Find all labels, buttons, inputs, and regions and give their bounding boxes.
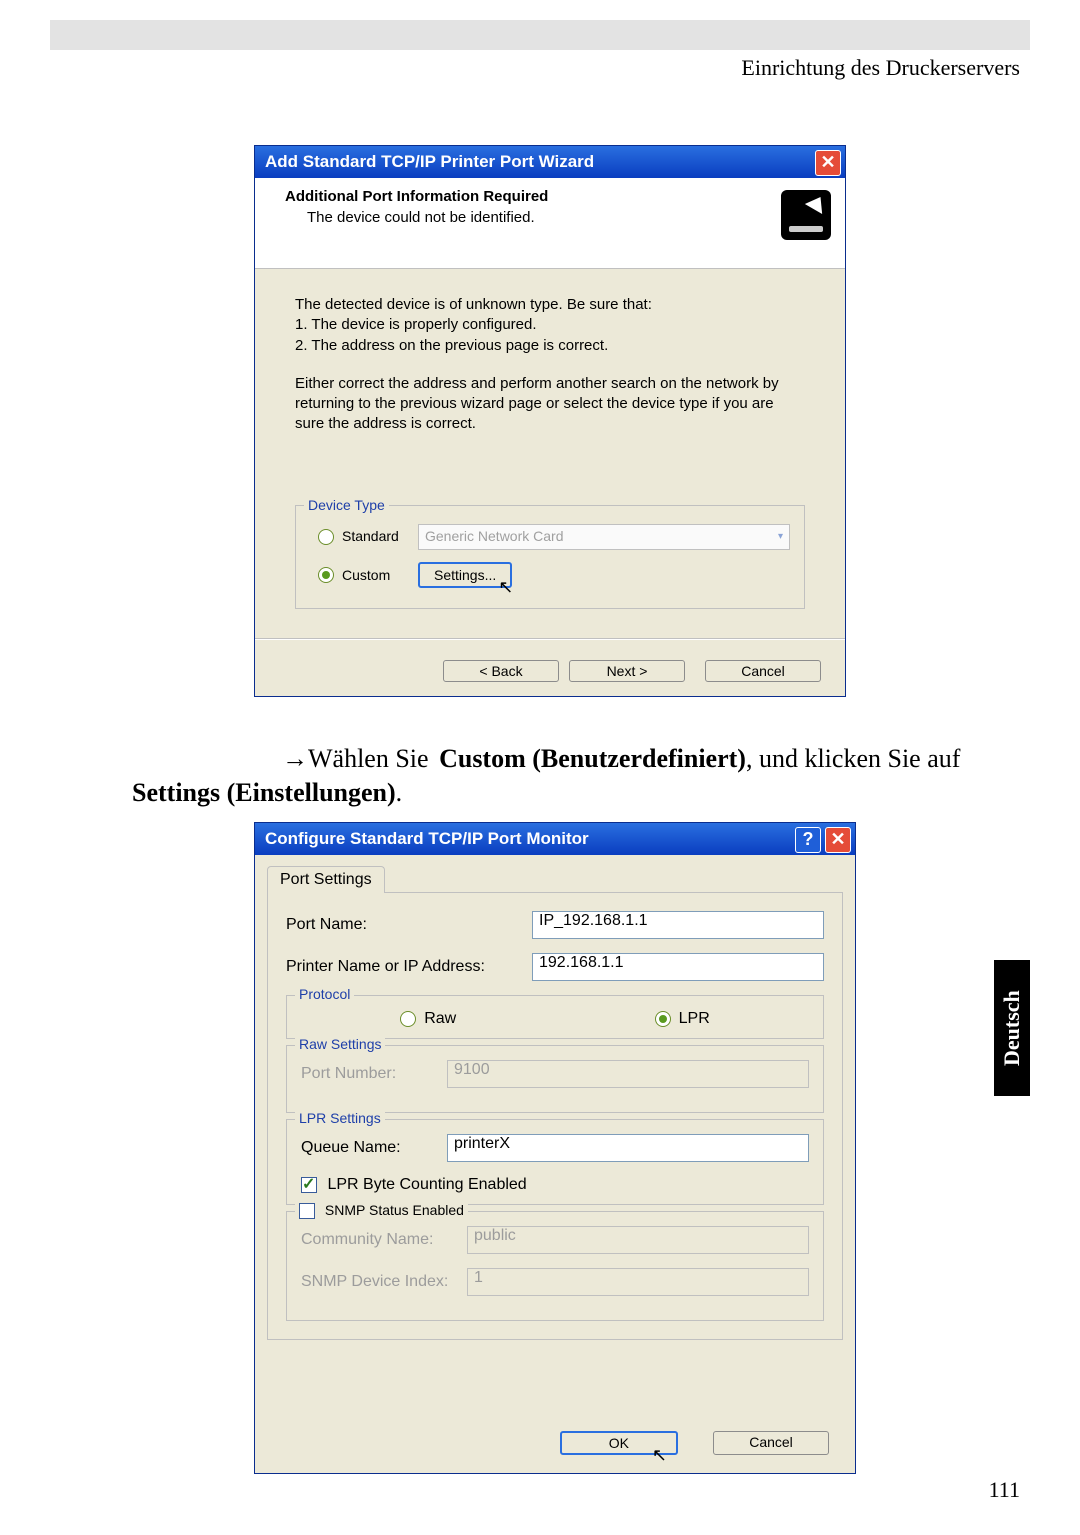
wizard-dialog: Add Standard TCP/IP Printer Port Wizard … bbox=[254, 145, 846, 697]
standard-select-value: Generic Network Card bbox=[425, 527, 564, 546]
community-input: public bbox=[467, 1226, 809, 1254]
wizard-button-row: < Back Next > Cancel bbox=[443, 660, 821, 682]
lpr-radio-label: LPR bbox=[679, 1010, 710, 1028]
back-button[interactable]: < Back bbox=[443, 660, 559, 682]
standard-radio[interactable] bbox=[318, 529, 334, 545]
configure-button-row: OK ↖ Cancel bbox=[560, 1431, 829, 1455]
wizard-text-1: The detected device is of unknown type. … bbox=[295, 295, 805, 315]
lpr-settings-group: LPR Settings Queue Name: printerX LPR By… bbox=[286, 1119, 824, 1205]
snmp-legend-label: SNMP Status Enabled bbox=[325, 1202, 464, 1218]
page-number: 111 bbox=[989, 1477, 1020, 1503]
community-row: Community Name: public bbox=[301, 1226, 809, 1254]
port-name-input[interactable]: IP_192.168.1.1 bbox=[532, 911, 824, 939]
wizard-header-sub: The device could not be identified. bbox=[307, 209, 831, 226]
custom-radio-label: Custom bbox=[342, 566, 410, 585]
wizard-separator bbox=[255, 638, 845, 640]
ip-input[interactable]: 192.168.1.1 bbox=[532, 953, 824, 981]
tab-pane: Port Name: IP_192.168.1.1 Printer Name o… bbox=[267, 892, 843, 1340]
raw-settings-legend: Raw Settings bbox=[295, 1036, 385, 1052]
settings-button[interactable]: Settings... bbox=[418, 562, 512, 589]
instruction-bold-1: Custom (Benutzerdefiniert) bbox=[439, 744, 746, 773]
raw-radio-row[interactable]: Raw bbox=[400, 1010, 456, 1028]
wizard-text-4: Either correct the address and perform a… bbox=[295, 374, 805, 435]
instruction-suffix: . bbox=[396, 778, 403, 807]
wizard-header-title: Additional Port Information Required bbox=[285, 188, 548, 205]
tab-strip: Port Settings bbox=[255, 855, 855, 892]
port-number-input: 9100 bbox=[447, 1060, 809, 1088]
custom-radio-row[interactable]: Custom Settings... ↖ bbox=[310, 556, 790, 595]
lpr-settings-legend: LPR Settings bbox=[295, 1110, 385, 1126]
configure-title: Configure Standard TCP/IP Port Monitor bbox=[265, 829, 589, 848]
port-number-row: Port Number: 9100 bbox=[301, 1060, 809, 1088]
community-label: Community Name: bbox=[301, 1231, 451, 1249]
snmp-index-row: SNMP Device Index: 1 bbox=[301, 1268, 809, 1296]
configure-titlebar: Configure Standard TCP/IP Port Monitor ?… bbox=[255, 823, 855, 855]
port-name-row: Port Name: IP_192.168.1.1 bbox=[286, 911, 824, 939]
custom-radio[interactable] bbox=[318, 567, 334, 583]
queue-row: Queue Name: printerX bbox=[301, 1134, 809, 1162]
language-tab: Deutsch bbox=[994, 960, 1030, 1096]
protocol-legend: Protocol bbox=[295, 986, 354, 1002]
page-top-band bbox=[50, 20, 1030, 50]
wizard-text-2: 1. The device is properly configured. bbox=[295, 315, 805, 335]
port-number-label: Port Number: bbox=[301, 1065, 431, 1083]
instruction-text: →Wählen Sie Custom (Benutzerdefiniert), … bbox=[132, 742, 980, 810]
raw-settings-group: Raw Settings Port Number: 9100 bbox=[286, 1045, 824, 1113]
lpr-radio-row[interactable]: LPR bbox=[655, 1010, 710, 1028]
ok-button[interactable]: OK bbox=[560, 1431, 678, 1455]
snmp-group: SNMP Status Enabled Community Name: publ… bbox=[286, 1211, 824, 1321]
page-header: Einrichtung des Druckerservers bbox=[60, 55, 1020, 81]
lpr-radio[interactable] bbox=[655, 1011, 671, 1027]
printer-icon bbox=[781, 190, 831, 240]
tab-port-settings[interactable]: Port Settings bbox=[267, 866, 385, 893]
device-type-legend: Device Type bbox=[304, 496, 389, 515]
queue-label: Queue Name: bbox=[301, 1139, 431, 1157]
snmp-index-label: SNMP Device Index: bbox=[301, 1273, 451, 1291]
port-name-label: Port Name: bbox=[286, 916, 516, 934]
cancel-button-wizard[interactable]: Cancel bbox=[705, 660, 821, 682]
standard-select: Generic Network Card ▾ bbox=[418, 524, 790, 550]
lpr-byte-row[interactable]: LPR Byte Counting Enabled bbox=[301, 1176, 809, 1194]
snmp-legend[interactable]: SNMP Status Enabled bbox=[295, 1202, 468, 1219]
close-icon[interactable]: ✕ bbox=[815, 150, 841, 176]
raw-radio-label: Raw bbox=[424, 1010, 456, 1028]
wizard-body: The detected device is of unknown type. … bbox=[255, 269, 845, 609]
arrow-icon: →Wählen Sie bbox=[282, 744, 435, 773]
snmp-index-input: 1 bbox=[467, 1268, 809, 1296]
close-icon-2[interactable]: ✕ bbox=[825, 827, 851, 853]
standard-radio-label: Standard bbox=[342, 527, 410, 546]
wizard-text-3: 2. The address on the previous page is c… bbox=[295, 336, 805, 356]
protocol-group: Protocol Raw LPR bbox=[286, 995, 824, 1039]
wizard-header-pane: Additional Port Information Required The… bbox=[255, 178, 845, 269]
cancel-button-configure[interactable]: Cancel bbox=[713, 1431, 829, 1455]
raw-radio[interactable] bbox=[400, 1011, 416, 1027]
instruction-mid: , und klicken Sie auf bbox=[746, 744, 960, 773]
help-icon[interactable]: ? bbox=[795, 827, 821, 853]
lpr-byte-label: LPR Byte Counting Enabled bbox=[327, 1176, 526, 1193]
standard-radio-row[interactable]: Standard Generic Network Card ▾ bbox=[310, 518, 790, 556]
ip-row: Printer Name or IP Address: 192.168.1.1 bbox=[286, 953, 824, 981]
wizard-titlebar: Add Standard TCP/IP Printer Port Wizard … bbox=[255, 146, 845, 178]
queue-input[interactable]: printerX bbox=[447, 1134, 809, 1162]
next-button[interactable]: Next > bbox=[569, 660, 685, 682]
instruction-bold-2: Settings (Einstellungen) bbox=[132, 778, 396, 807]
ip-label: Printer Name or IP Address: bbox=[286, 958, 516, 976]
device-type-group: Device Type Standard Generic Network Car… bbox=[295, 505, 805, 610]
configure-dialog: Configure Standard TCP/IP Port Monitor ?… bbox=[254, 822, 856, 1474]
snmp-checkbox[interactable] bbox=[299, 1203, 315, 1219]
chevron-down-icon: ▾ bbox=[778, 530, 783, 544]
lpr-byte-checkbox[interactable] bbox=[301, 1177, 317, 1193]
wizard-title: Add Standard TCP/IP Printer Port Wizard bbox=[265, 152, 594, 171]
